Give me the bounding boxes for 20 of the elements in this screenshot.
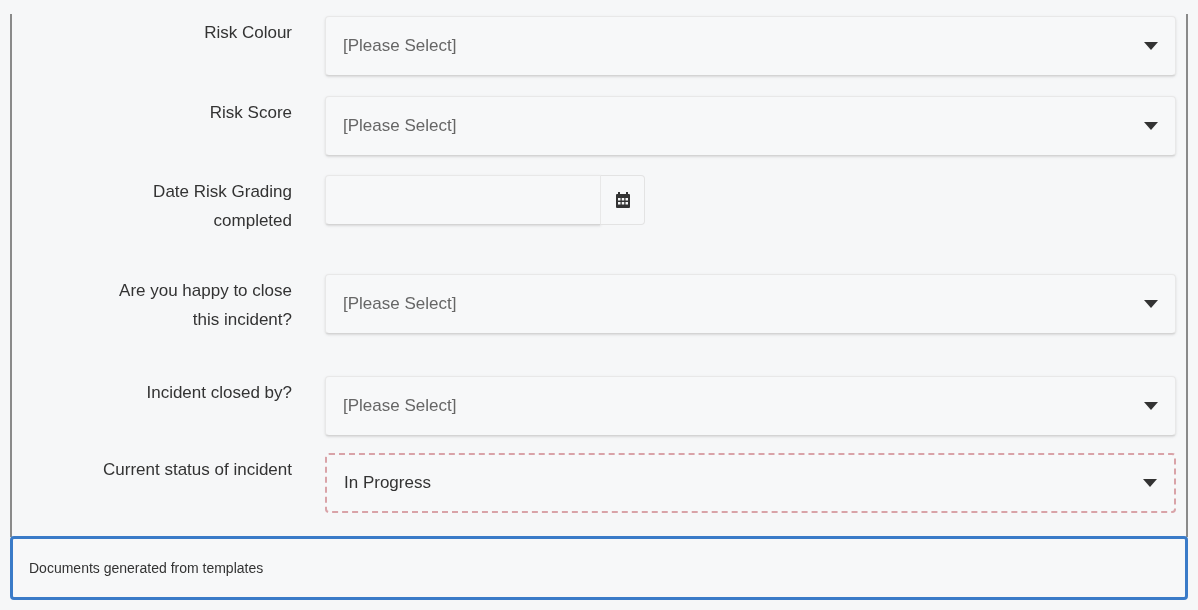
dropdown-field[interactable]: [Please Select] (325, 376, 1176, 436)
date-input-field[interactable] (325, 175, 601, 225)
dropdown-field[interactable]: [Please Select] (325, 274, 1176, 334)
caret-icon (1144, 402, 1158, 410)
dropdown-field[interactable]: [Please Select] (325, 96, 1176, 156)
calendar-button[interactable] (601, 175, 645, 225)
field-label: Incident closed by? (145, 382, 292, 404)
dropdown-field[interactable]: In Progress (325, 453, 1176, 513)
field-label: Are you happy to close this incident? (118, 280, 292, 331)
field-label: Current status of incident (102, 459, 292, 481)
field-label: Date Risk Grading completed (152, 181, 292, 232)
field-label: Risk Score (208, 102, 292, 124)
section-title: Documents generated from templates (29, 558, 264, 578)
caret-icon (1144, 300, 1158, 308)
calendar-icon (615, 192, 630, 208)
field-label: Risk Colour (203, 22, 292, 44)
caret-icon (1144, 42, 1158, 50)
caret-icon (1144, 122, 1158, 130)
dropdown-field[interactable]: [Please Select] (325, 16, 1176, 76)
caret-icon (1143, 479, 1157, 487)
